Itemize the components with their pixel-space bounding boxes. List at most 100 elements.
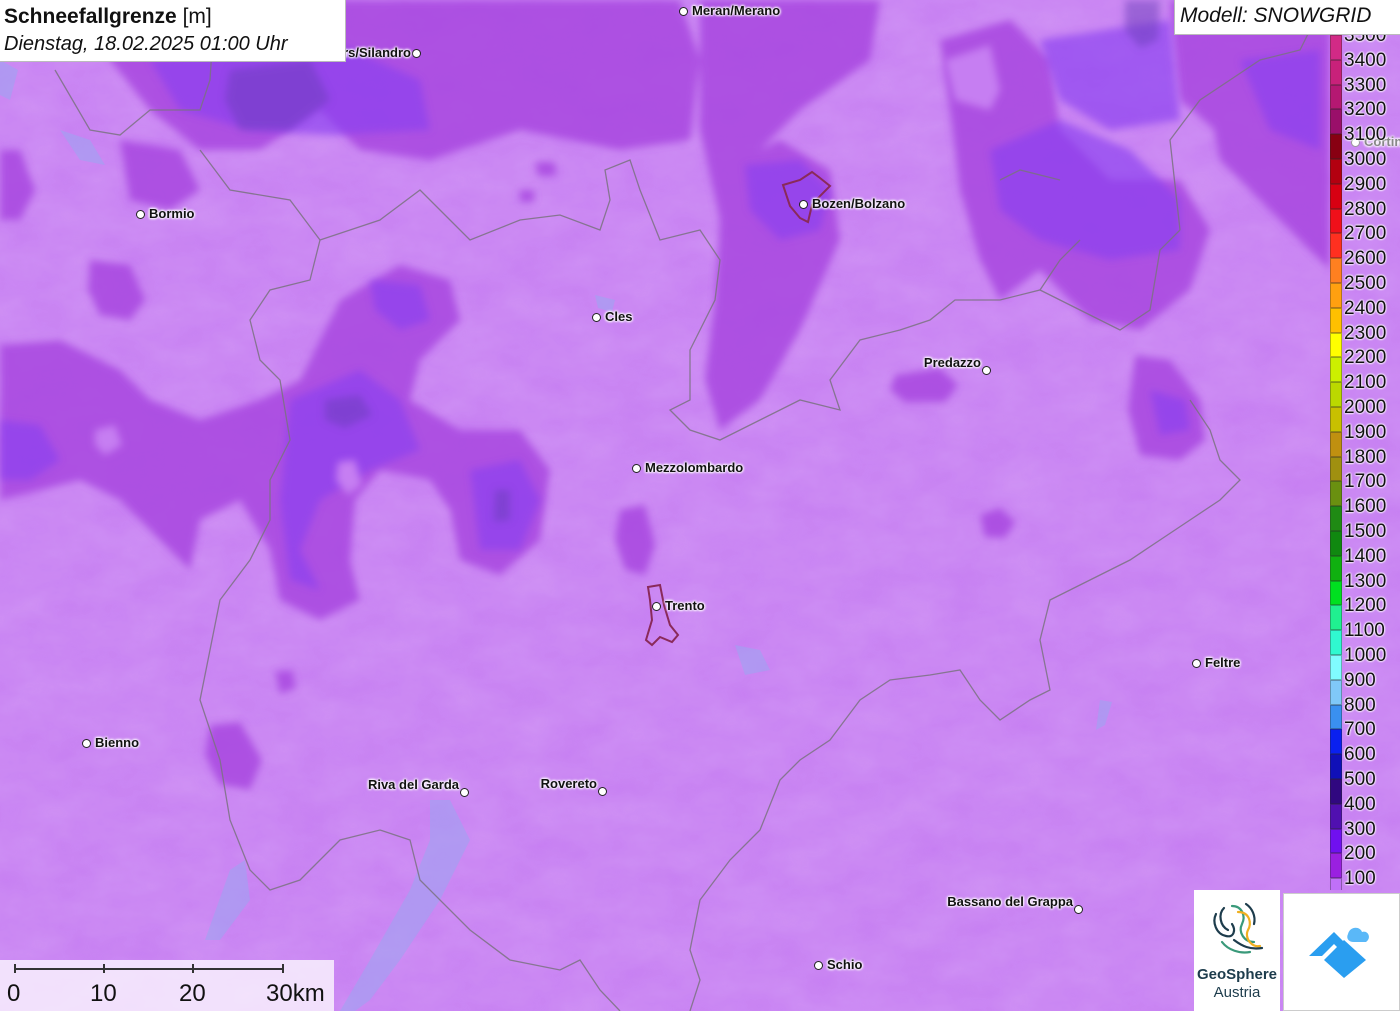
city-dot[interactable] [814, 961, 823, 970]
map-title-panel: Schneefallgrenze [m] Dienstag, 18.02.202… [0, 0, 346, 62]
legend-label: 3300 [1344, 74, 1387, 96]
legend-label: 1000 [1344, 645, 1387, 666]
city-dot[interactable] [82, 739, 91, 748]
legend-label: 800 [1344, 694, 1376, 716]
city-dot[interactable] [632, 464, 641, 473]
city-dot[interactable] [652, 602, 661, 611]
legend-entry: 800 [1328, 693, 1400, 730]
scale-label-30km: 30km [266, 980, 325, 1007]
legend-label: 3100 [1344, 124, 1387, 146]
city-label[interactable]: Meran/Merano [692, 3, 780, 18]
snowfall-limit-map: Meran/Merano Schlanders/Silandro Bormio Boz… [0, 0, 1400, 1011]
geosphere-logo[interactable]: GeoSphere Austria [1194, 890, 1280, 1011]
legend-entry: 900 [1328, 668, 1400, 705]
city-dot[interactable] [598, 787, 607, 796]
legend-label: 2500 [1344, 273, 1387, 294]
city-label[interactable]: Bormio [149, 206, 195, 221]
legend-entry: 3400 [1328, 48, 1400, 85]
legend-label: 2000 [1344, 397, 1387, 418]
legend-label: 2400 [1344, 297, 1387, 319]
legend-entry: 2300 [1328, 321, 1400, 358]
legend-entry: 1000 [1328, 643, 1400, 680]
city-dot[interactable] [799, 200, 808, 209]
legend-label: 400 [1344, 793, 1376, 815]
city-label[interactable]: Mezzolombardo [645, 460, 743, 475]
city-dot[interactable] [1192, 659, 1201, 668]
legend-entry: 2500 [1328, 271, 1400, 308]
city-label[interactable]: Rovereto [541, 776, 597, 791]
legend-label: 3200 [1344, 99, 1387, 121]
legend-label: 1100 [1344, 620, 1385, 642]
map-canvas[interactable] [0, 0, 1400, 1011]
legend-label: 600 [1344, 744, 1376, 766]
city-label[interactable]: Trento [665, 598, 705, 613]
legend-label: 1900 [1344, 421, 1387, 443]
legend-entry: 1400 [1328, 544, 1400, 581]
legend-label: 2200 [1344, 347, 1387, 369]
color-legend: 3500 3400 3300 3200 3100 3000 2900 2800 2700 2600… [1328, 35, 1400, 890]
map-title: Schneefallgrenze [m] [4, 3, 345, 30]
city-label[interactable]: Riva del Garda [368, 777, 459, 792]
legend-entry: 2700 [1328, 221, 1400, 259]
legend-label: 1200 [1344, 595, 1387, 617]
legend-label: 1400 [1344, 545, 1387, 567]
legend-entry: 1500 [1328, 519, 1400, 556]
logo-text-line1: GeoSphere [1196, 966, 1278, 983]
legend-entry: 3200 [1328, 97, 1400, 135]
city-dot[interactable] [460, 788, 469, 797]
legend-entry: 1300 [1328, 569, 1400, 606]
legend-label: 2300 [1344, 322, 1387, 344]
legend-entry: 2800 [1328, 197, 1400, 234]
legend-label: 3500 [1344, 35, 1387, 46]
legend-label: 1300 [1344, 570, 1387, 592]
scale-tick-30 [282, 964, 284, 973]
legend-entry: 1100 [1328, 618, 1400, 655]
city-dot[interactable] [592, 313, 601, 322]
scale-label-0: 0 [7, 980, 21, 1007]
legend-entry: 700 [1328, 717, 1400, 755]
legend-label: 100 [1344, 868, 1376, 890]
scale-tick-0 [14, 964, 16, 973]
geosphere-emblem-icon [1213, 902, 1264, 954]
legend-entry: 1700 [1328, 469, 1400, 507]
city-dot[interactable] [679, 7, 688, 16]
legend-entry: 1600 [1328, 494, 1400, 531]
parameter-name: Schneefallgrenze [4, 5, 177, 28]
city-label[interactable]: Bassano del Grappa [947, 894, 1073, 909]
cloud-arrow-icon [1309, 927, 1369, 978]
city-dot[interactable] [412, 49, 421, 58]
legend-entry: 400 [1328, 792, 1400, 829]
parameter-unit: [m] [182, 5, 212, 28]
partner-logo[interactable] [1283, 893, 1400, 1011]
scale-tick-10 [103, 964, 105, 973]
scale-bar: 0 10 20 30km [0, 960, 334, 1011]
city-label[interactable]: Predazzo [924, 355, 981, 370]
city-label[interactable]: Schio [827, 957, 862, 972]
city-dot[interactable] [982, 366, 991, 375]
legend-label: 3400 [1344, 49, 1387, 71]
legend-label: 2600 [1344, 248, 1387, 270]
city-label[interactable]: Feltre [1205, 655, 1240, 670]
legend-entry: 200 [1328, 841, 1400, 879]
scale-tick-20 [192, 964, 194, 973]
legend-label: 2700 [1344, 223, 1387, 245]
city-label[interactable]: Bozen/Bolzano [812, 196, 905, 211]
scale-label-10: 10 [90, 980, 117, 1007]
legend-entry: 3300 [1328, 73, 1400, 110]
legend-label: 2800 [1344, 198, 1387, 220]
legend-entry: 3000 [1328, 147, 1400, 184]
legend-entry: 500 [1328, 767, 1400, 804]
legend-entry: 2000 [1328, 395, 1400, 432]
legend-entry: 1200 [1328, 593, 1400, 631]
legend-label: 200 [1344, 843, 1376, 865]
legend-entry: 2600 [1328, 246, 1400, 283]
city-label[interactable]: Bienno [95, 735, 139, 750]
city-dot[interactable] [136, 210, 145, 219]
legend-label: 300 [1344, 818, 1376, 840]
legend-entry: 2100 [1328, 370, 1400, 407]
legend-entry: 3500 [1328, 35, 1400, 60]
legend-entry: 2400 [1328, 296, 1400, 333]
city-dot[interactable] [1074, 905, 1083, 914]
legend-entry: 2200 [1328, 345, 1400, 383]
city-label[interactable]: Cles [605, 309, 632, 324]
